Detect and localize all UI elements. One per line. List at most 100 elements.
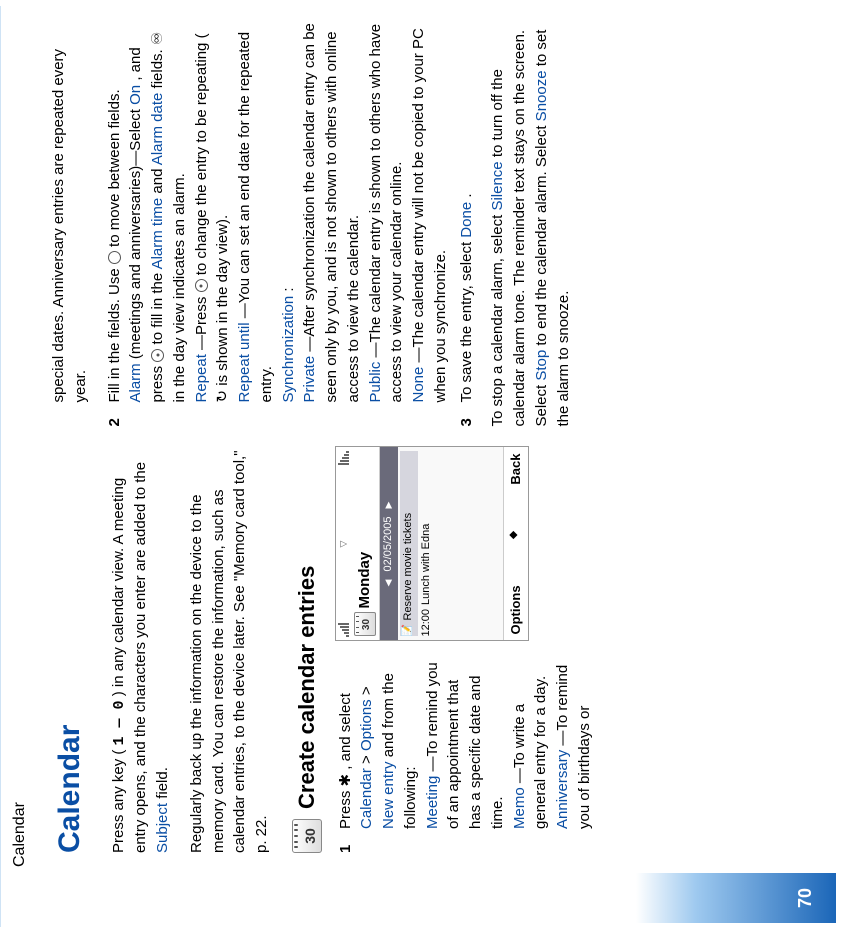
text: (meetings and anniversaries)—Select: [127, 105, 144, 359]
page-rotated: Calendar 70 Calendar Press any key ( 1 —…: [0, 0, 856, 933]
phone-body: 📝 Reserve movie tickets 12:00 Lunch with…: [398, 448, 503, 641]
text: and: [149, 165, 166, 193]
scroll-key-icon: [151, 349, 164, 362]
memo-icon: 📝: [401, 625, 416, 637]
phone-entry-row: 📝 Reserve movie tickets: [400, 452, 418, 637]
text: , and select: [337, 693, 354, 770]
step-body: Fill in the fields. Use to move between …: [104, 20, 452, 403]
field-repeat-until: Repeat until: [236, 322, 253, 402]
menu-new-entry: New entry: [380, 761, 397, 829]
step-body: Press ✱ , and select Calendar > Options …: [335, 656, 596, 830]
action-silence: Silence: [489, 161, 506, 210]
mini-cal-number: 30: [359, 614, 375, 636]
text: fields.: [149, 45, 166, 88]
step-number: 1: [335, 839, 596, 853]
page-number-strip: 70: [48, 873, 836, 923]
phone-date-bar: ◀ 02/05/2005 ▶: [380, 448, 398, 641]
action-stop: Stop: [533, 350, 550, 381]
step1-text: 1 Press ✱ , and select Calendar > Option…: [335, 656, 600, 854]
softkey-options[interactable]: Options: [507, 585, 526, 634]
text: :: [280, 287, 297, 291]
menu-key-icon: ✱: [337, 774, 354, 787]
field-alarm-date: Alarm date: [149, 93, 166, 166]
calendar-icon-number: 30: [299, 820, 321, 852]
value-public: Public: [367, 362, 384, 403]
phone-header: 30 Monday: [352, 448, 380, 641]
text: in the day view indicates an alarm.: [171, 173, 188, 402]
phone-entry-row: 12:00 Lunch with Edna: [418, 452, 436, 637]
value-on: On: [127, 85, 144, 105]
phone-status-bar: ▽: [336, 448, 352, 641]
menu-options: Options: [358, 699, 375, 751]
step-2: 2 Fill in the fields. Use to move betwee…: [104, 20, 452, 427]
option-meeting: Meeting: [424, 776, 441, 829]
step-number: 3: [456, 413, 478, 427]
page-title: Calendar: [48, 447, 92, 854]
phone-entry-text: Lunch with Edna: [419, 524, 435, 605]
main-area: 70 Calendar Press any key ( 1 — 0 ) in a…: [38, 0, 856, 933]
field-alarm: Alarm: [127, 363, 144, 402]
page-number-box: 70: [636, 873, 836, 923]
gprs-icon: ▽: [337, 541, 350, 548]
battery-icon: [338, 451, 349, 465]
intro-paragraph: Press any key ( 1 — 0 ) in any calendar …: [108, 447, 174, 854]
text: —The calendar entry will not be copied t…: [410, 28, 449, 402]
text: —After synchronization the calendar entr…: [301, 23, 362, 402]
field-alarm-time: Alarm time: [149, 198, 166, 270]
key-range: 1 — 0: [111, 700, 128, 745]
softkey-back[interactable]: Back: [507, 454, 526, 485]
step1-wrap: 1 Press ✱ , and select Calendar > Option…: [335, 447, 600, 854]
text: —The calendar entry is shown to others w…: [367, 24, 406, 403]
text: to move between fields.: [106, 89, 123, 247]
text: to fill in the: [149, 269, 166, 344]
text: to end the calendar alarm. Select: [533, 121, 550, 345]
calendar-icon: 30: [292, 819, 322, 853]
text: Press any key (: [110, 750, 127, 853]
text: to change the entry to be repeating (: [193, 33, 210, 275]
text: Press: [337, 786, 354, 829]
text: >: [358, 686, 375, 695]
phone-softkeys: Options ◆ Back: [503, 448, 529, 641]
text: is shown in the day view).: [214, 215, 231, 386]
page-number: 70: [795, 888, 816, 908]
step-3: 3 To save the entry, select Done .: [456, 20, 478, 427]
field-repeat: Repeat: [193, 354, 210, 402]
step-number: 2: [104, 413, 452, 427]
repeat-indicator-icon: ↻: [214, 390, 231, 403]
text: field.: [154, 767, 171, 799]
phone-entry-time: 12:00: [419, 609, 435, 637]
option-memo: Memo: [511, 787, 528, 829]
value-none: None: [410, 367, 427, 403]
signal-icon: [338, 624, 349, 638]
nav-arrow-icon: ◆: [507, 531, 526, 539]
action-done: Done: [458, 202, 475, 238]
scroll-key-icon: [108, 251, 121, 264]
phone-screenshot: ▽ 30 Monday ◀ 02/05/2005: [335, 447, 530, 642]
option-anniversary: Anniversary: [554, 750, 571, 829]
left-column: Calendar Press any key ( 1 — 0 ) in any …: [48, 447, 836, 854]
stop-alarm-paragraph: To stop a calendar alarm, select Silence…: [487, 20, 574, 427]
alarm-indicator-icon: ♾: [149, 32, 166, 45]
value-private: Private: [301, 356, 318, 403]
header-strip: Calendar: [0, 6, 38, 927]
text: Fill in the fields. Use: [106, 264, 123, 402]
arrow-left-icon: ◀: [382, 580, 395, 587]
text: To stop a calendar alarm, select: [489, 211, 506, 427]
action-snooze: Snooze: [533, 70, 550, 121]
text: >: [358, 751, 375, 764]
phone-entry-text: Reserve movie tickets: [401, 513, 417, 621]
header-label: Calendar: [11, 802, 29, 867]
phone-day-label: Monday: [354, 452, 376, 609]
phone-date: 02/05/2005: [381, 516, 397, 571]
scroll-key-icon: [195, 279, 208, 292]
anniversary-continued: special dates. Anniversary entries are r…: [48, 20, 92, 403]
text: .: [458, 193, 475, 197]
right-column: special dates. Anniversary entries are r…: [48, 20, 836, 427]
step-body: To save the entry, select Done .: [456, 20, 478, 403]
mini-calendar-icon: 30: [354, 613, 376, 637]
menu-calendar: Calendar: [358, 768, 375, 829]
field-synchronization: Synchronization: [280, 296, 297, 403]
step-1: 1 Press ✱ , and select Calendar > Option…: [335, 656, 596, 854]
backup-paragraph: Regularly back up the information on the…: [186, 447, 273, 854]
section-heading-text: Create calendar entries: [291, 566, 323, 809]
